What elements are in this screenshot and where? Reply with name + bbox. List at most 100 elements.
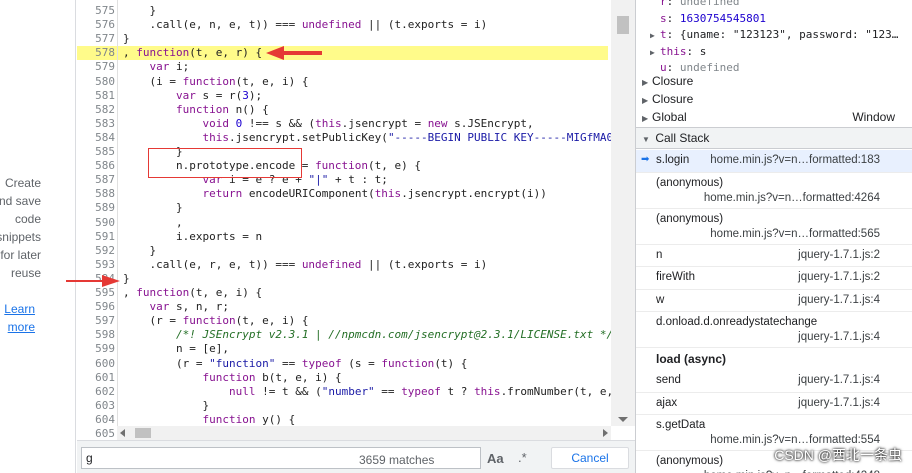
line-number[interactable]: 601 (77, 371, 115, 385)
call-stack-header[interactable]: ▼ Call Stack (636, 127, 912, 149)
frame-location[interactable]: jquery-1.7.1.js:2 (798, 271, 880, 283)
call-frame[interactable]: fireWith jquery-1.7.1.js:2 (636, 267, 912, 290)
code-line[interactable]: 578 , function(t, e, r) { (77, 46, 608, 61)
line-number[interactable]: 591 (77, 230, 115, 244)
call-frame[interactable]: (anonymous) home.min.js?v=n…formatted:426… (636, 173, 912, 209)
code-line[interactable]: 576 .call(e, n, e, t)) === undefined || … (77, 18, 608, 32)
code-line[interactable]: 598 /*! JSEncrypt v2.3.1 | //npmcdn.com/… (77, 328, 613, 342)
regex-button[interactable]: .* (518, 450, 527, 465)
line-number[interactable]: 580 (77, 75, 115, 89)
code-line[interactable]: 582 function n() { (77, 103, 608, 117)
code-line[interactable]: 577} (77, 32, 608, 46)
scope-section-closure[interactable]: ▶ Closure (636, 72, 912, 90)
line-number[interactable]: 599 (77, 342, 115, 356)
code-line[interactable]: 599 n = [e], (77, 342, 608, 356)
line-number[interactable]: 597 (77, 314, 115, 328)
call-frame[interactable]: d.onload.d.onreadystatechange jquery-1.7.… (636, 312, 912, 348)
editor-vertical-scrollbar[interactable] (611, 0, 635, 426)
call-frame[interactable]: n jquery-1.7.1.js:2 (636, 245, 912, 267)
line-number[interactable]: 589 (77, 201, 115, 215)
scope-variable[interactable]: ▶ this: s (650, 44, 706, 60)
scope-section-global[interactable]: ▶ Global Window (636, 108, 912, 126)
code-line[interactable]: 602 null != t && ("number" == typeof t ?… (77, 385, 613, 399)
line-number[interactable]: 579 (77, 60, 115, 74)
frame-location[interactable]: home.min.js?v=n…formatted:183 (710, 154, 880, 166)
scope-section-closure[interactable]: ▶ Closure (636, 90, 912, 108)
call-frame[interactable]: w jquery-1.7.1.js:4 (636, 290, 912, 312)
line-number[interactable]: 576 (77, 18, 115, 32)
code-line[interactable]: 603 } (77, 399, 608, 413)
line-number[interactable]: 584 (77, 131, 115, 145)
code-line[interactable]: 595, function(t, e, i) { (77, 286, 608, 300)
line-number[interactable]: 598 (77, 328, 115, 342)
scrollbar-thumb[interactable] (617, 16, 629, 34)
line-number[interactable]: 586 (77, 159, 115, 173)
code-line[interactable]: 593 .call(e, r, e, t)) === undefined || … (77, 258, 608, 272)
code-line[interactable]: 604 function y() { (77, 413, 608, 427)
code-line[interactable]: 590 , (77, 216, 608, 230)
line-number[interactable]: 593 (77, 258, 115, 272)
line-number[interactable]: 592 (77, 244, 115, 258)
line-number[interactable]: 577 (77, 32, 115, 46)
line-number[interactable]: 587 (77, 173, 115, 187)
line-number[interactable]: 588 (77, 187, 115, 201)
line-number[interactable]: 603 (77, 399, 115, 413)
expand-arrow-icon[interactable]: ▶ (642, 110, 652, 128)
scroll-left-icon[interactable] (120, 429, 125, 437)
code-line[interactable]: 581 var s = r(3); (77, 89, 608, 103)
line-number[interactable]: 585 (77, 145, 115, 159)
learn-more-text[interactable]: more (4, 318, 35, 336)
code-line[interactable]: 601 function b(t, e, i) { (77, 371, 608, 385)
line-number[interactable]: 600 (77, 357, 115, 371)
learn-more-link[interactable]: Learn more (4, 300, 35, 336)
line-number[interactable]: 604 (77, 413, 115, 427)
code-line[interactable]: 594} (77, 272, 608, 286)
line-number[interactable]: 578 (77, 46, 115, 60)
frame-location[interactable]: jquery-1.7.1.js:2 (798, 249, 880, 261)
frame-location[interactable]: home.min.js?v=n…formatted:565 (710, 228, 880, 240)
code-line[interactable]: 600 (r = "function" == typeof (s = funct… (77, 357, 608, 371)
line-number[interactable]: 596 (77, 300, 115, 314)
line-number[interactable]: 582 (77, 103, 115, 117)
scrollbar-thumb[interactable] (135, 428, 151, 438)
separator: : (666, 0, 680, 8)
code-line[interactable]: 580 (i = function(t, e, i) { (77, 75, 608, 89)
line-number[interactable]: 581 (77, 89, 115, 103)
code-line[interactable]: 592 } (77, 244, 608, 258)
call-frame[interactable]: (anonymous) home.min.js?v=n…formatted:565 (636, 209, 912, 245)
editor-horizontal-scrollbar[interactable] (117, 426, 611, 440)
call-frame[interactable]: ajax jquery-1.7.1.js:4 (636, 393, 912, 415)
code-line[interactable]: 591 i.exports = n (77, 230, 608, 244)
code-line[interactable]: 597 (r = function(t, e, i) { (77, 314, 608, 328)
call-frame[interactable]: send jquery-1.7.1.js:4 (636, 370, 912, 393)
learn-more-text[interactable]: Learn (4, 300, 35, 318)
code-line[interactable]: 584 this.jsencrypt.setPublicKey("-----BE… (77, 131, 620, 145)
line-number[interactable]: 583 (77, 117, 115, 131)
frame-location[interactable]: jquery-1.7.1.js:4 (798, 294, 880, 306)
frame-location[interactable]: jquery-1.7.1.js:4 (798, 374, 880, 386)
scope-variable[interactable]: r: undefined (650, 0, 739, 10)
code-line[interactable]: 589 } (77, 201, 608, 215)
line-number[interactable]: 590 (77, 216, 115, 230)
frame-location[interactable]: jquery-1.7.1.js:4 (798, 331, 880, 343)
line-number[interactable]: 575 (77, 4, 115, 18)
cancel-button[interactable]: Cancel (551, 447, 629, 469)
line-number[interactable]: 602 (77, 385, 115, 399)
line-number[interactable]: 605 (77, 427, 115, 440)
code-line[interactable]: 583 void 0 !== s && (this.jsencrypt = ne… (77, 117, 608, 131)
frame-location[interactable]: jquery-1.7.1.js:4 (798, 397, 880, 409)
match-case-button[interactable]: Aa (487, 451, 504, 466)
expand-arrow-icon[interactable]: ▶ (650, 45, 660, 61)
code-line[interactable]: 575 } (77, 4, 608, 18)
code-line[interactable]: 596 var s, n, r; (77, 300, 608, 314)
call-frame[interactable]: ➡ s.login home.min.js?v=n…formatted:183 (636, 150, 912, 173)
scroll-right-icon[interactable] (603, 429, 608, 437)
scroll-down-icon[interactable] (618, 417, 628, 422)
code-line[interactable]: 579 var i; (77, 60, 608, 74)
code-line[interactable]: 588 return encodeURIComponent(this.jsenc… (77, 187, 608, 201)
scope-variable[interactable]: ▶ t: {uname: "123123", password: "123… (650, 27, 898, 43)
frame-location[interactable]: home.min.js?v=n…formatted:4264 (704, 192, 880, 204)
scope-variable[interactable]: s: 1630754545801 (650, 11, 766, 27)
expand-arrow-icon[interactable]: ▶ (650, 28, 660, 44)
code-editor[interactable]: 575 } 576 .call(e, n, e, t)) === undefine… (77, 0, 635, 440)
